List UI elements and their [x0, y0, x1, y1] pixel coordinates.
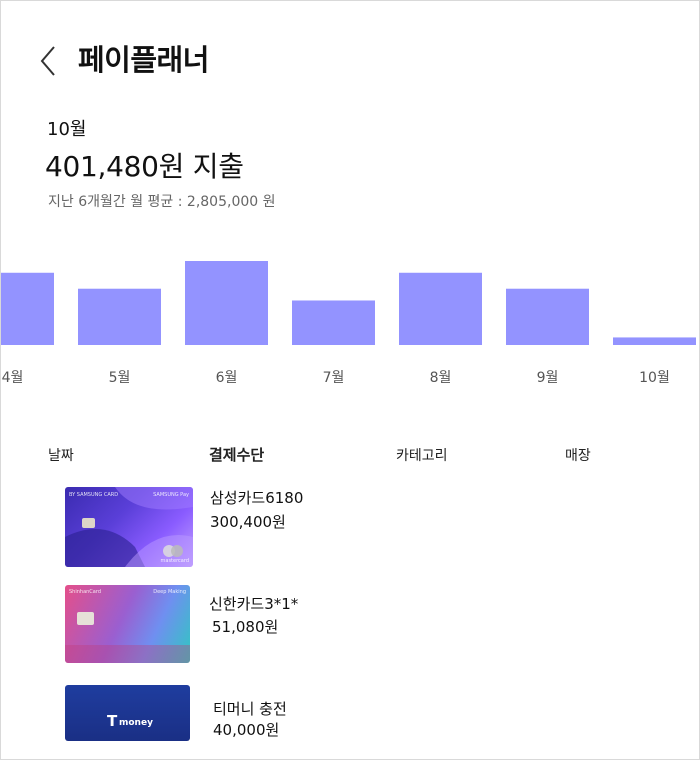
header: 페이플래너	[1, 31, 699, 87]
payment-amount: 40,000원	[213, 721, 280, 739]
payment-amount: 300,400원	[210, 513, 286, 531]
card-issuer-text: BY SAMSUNG CARD	[69, 492, 119, 498]
tmoney-logo-text: money	[119, 718, 153, 728]
x-tick-label: 4월	[2, 370, 24, 386]
total-spending: 401,480원 지출	[45, 150, 244, 183]
payment-name: 신한카드3*1*	[209, 595, 299, 613]
bar-6월[interactable]	[185, 261, 268, 345]
x-tick-label: 5월	[109, 370, 131, 386]
tab-store[interactable]: 매장	[565, 445, 591, 465]
samsung-card-image[interactable]: BY SAMSUNG CARD SAMSUNG Pay mastercard	[65, 487, 193, 567]
card-issuer-text: ShinhanCard	[69, 589, 101, 595]
bar-5월[interactable]	[78, 288, 161, 345]
bar-4월[interactable]	[1, 272, 54, 345]
payment-amount: 51,080원	[212, 618, 279, 636]
page-title: 페이플래너	[78, 43, 209, 77]
chevron-left-icon	[40, 46, 55, 76]
monthly-spending-chart: 4월 5월 6월 7월 8월 9월 10월	[1, 241, 699, 401]
tab-payment-method[interactable]: 결제수단	[209, 444, 264, 465]
bar-8월[interactable]	[399, 272, 482, 345]
six-month-average: 지난 6개월간 월 평균 : 2,805,000 원	[48, 194, 276, 210]
tmoney-t-logo: T	[107, 712, 118, 730]
x-tick-label: 9월	[537, 370, 559, 386]
card-art	[65, 612, 190, 663]
card-pay-text: SAMSUNG Pay	[153, 492, 189, 498]
tab-category[interactable]: 카테고리	[396, 445, 448, 465]
payment-name: 티머니 충전	[213, 700, 287, 718]
bar-10월[interactable]	[613, 337, 696, 345]
tmoney-card-image[interactable]: T money	[65, 685, 190, 741]
bar-7월[interactable]	[292, 300, 375, 345]
x-tick-label: 7월	[323, 370, 345, 386]
shinhan-card-image[interactable]: ShinhanCard Deep Making	[65, 585, 190, 663]
back-button[interactable]	[35, 43, 61, 79]
app-frame: 페이플래너 10월 401,480원 지출 지난 6개월간 월 평균 : 2,8…	[0, 0, 700, 760]
card-product-text: Deep Making	[153, 589, 186, 595]
x-tick-label: 8월	[430, 370, 452, 386]
payment-name: 삼성카드6180	[210, 489, 304, 507]
tab-bar: 날짜 결제수단 카테고리 매장	[1, 444, 699, 469]
card-art	[65, 487, 193, 567]
tab-date[interactable]: 날짜	[48, 445, 74, 465]
x-tick-label: 10월	[639, 370, 670, 386]
x-tick-label: 6월	[216, 370, 238, 386]
bar-9월[interactable]	[506, 288, 589, 345]
current-month-label: 10월	[47, 119, 87, 140]
bar-chart-svg: 4월 5월 6월 7월 8월 9월 10월	[1, 261, 696, 386]
card-network-text: mastercard	[160, 558, 189, 564]
